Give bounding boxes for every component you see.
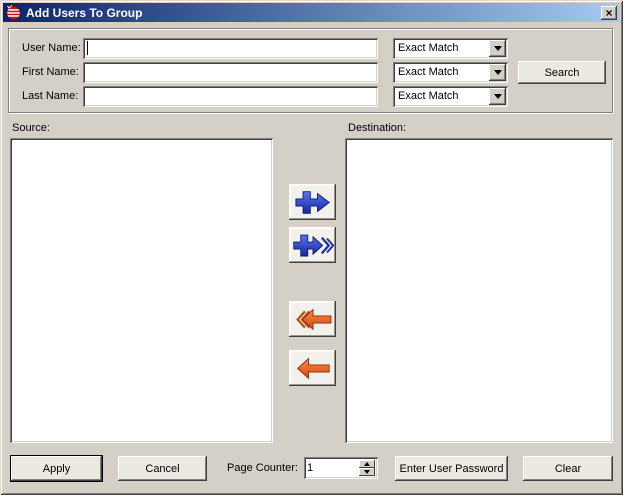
user-name-match-select[interactable]: Exact Match — [393, 38, 508, 59]
chevron-down-icon — [494, 46, 502, 51]
orange-left-arrow-icon — [293, 355, 333, 382]
user-name-field[interactable] — [83, 38, 378, 59]
chevron-down-icon — [494, 94, 502, 99]
enter-user-password-button[interactable]: Enter User Password — [395, 456, 508, 481]
close-button[interactable]: × — [601, 6, 617, 20]
chevron-down-icon — [364, 470, 370, 474]
first-name-match-value: Exact Match — [398, 66, 486, 78]
clear-button[interactable]: Clear — [523, 456, 613, 481]
first-name-field[interactable] — [83, 62, 378, 83]
first-name-input[interactable] — [86, 65, 375, 80]
apply-button[interactable]: Apply — [10, 455, 103, 482]
destination-label: Destination: — [348, 122, 406, 134]
source-listbox[interactable] — [10, 138, 273, 443]
first-name-match-select[interactable]: Exact Match — [393, 62, 508, 83]
close-icon: × — [605, 7, 612, 19]
user-name-match-dropdown-button[interactable] — [489, 40, 506, 57]
page-counter-input[interactable] — [307, 460, 351, 476]
move-all-right-button[interactable] — [289, 227, 336, 263]
first-name-match-dropdown-button[interactable] — [489, 64, 506, 81]
add-users-to-group-dialog: Add Users To Group × User Name: Exact Ma… — [0, 0, 623, 495]
text-caret — [87, 41, 88, 55]
last-name-match-value: Exact Match — [398, 90, 486, 102]
enter-user-password-button-label: Enter User Password — [400, 463, 504, 475]
search-button[interactable]: Search — [518, 61, 606, 84]
last-name-input[interactable] — [86, 89, 375, 104]
move-all-left-button[interactable] — [289, 301, 336, 337]
cancel-button[interactable]: Cancel — [118, 456, 207, 481]
window-title: Add Users To Group — [26, 6, 601, 20]
chevron-up-icon — [364, 462, 370, 466]
page-counter-spinner[interactable] — [304, 457, 378, 479]
orange-chevrons-left-arrow-icon — [292, 306, 334, 333]
chevron-down-icon — [494, 70, 502, 75]
user-name-input[interactable] — [86, 41, 375, 56]
app-icon — [6, 5, 21, 20]
page-counter-label: Page Counter: — [227, 462, 298, 474]
move-right-button[interactable] — [289, 184, 336, 220]
last-name-match-select[interactable]: Exact Match — [393, 86, 508, 107]
spinner-up-button[interactable] — [359, 460, 375, 468]
last-name-label: Last Name: — [22, 90, 78, 102]
last-name-match-dropdown-button[interactable] — [489, 88, 506, 105]
clear-button-label: Clear — [555, 463, 581, 475]
spinner-down-button[interactable] — [359, 468, 375, 476]
user-name-label: User Name: — [22, 42, 81, 54]
move-left-button[interactable] — [289, 350, 336, 386]
source-label: Source: — [12, 122, 50, 134]
user-name-match-value: Exact Match — [398, 42, 486, 54]
blue-plus-chevrons-right-arrow-icon — [292, 232, 334, 259]
blue-plus-right-arrow-icon — [293, 189, 333, 216]
apply-button-label: Apply — [43, 463, 71, 475]
last-name-field[interactable] — [83, 86, 378, 107]
first-name-label: First Name: — [22, 66, 79, 78]
cancel-button-label: Cancel — [145, 463, 179, 475]
search-button-label: Search — [545, 67, 580, 79]
destination-listbox[interactable] — [345, 138, 613, 443]
titlebar[interactable]: Add Users To Group × — [3, 3, 620, 22]
